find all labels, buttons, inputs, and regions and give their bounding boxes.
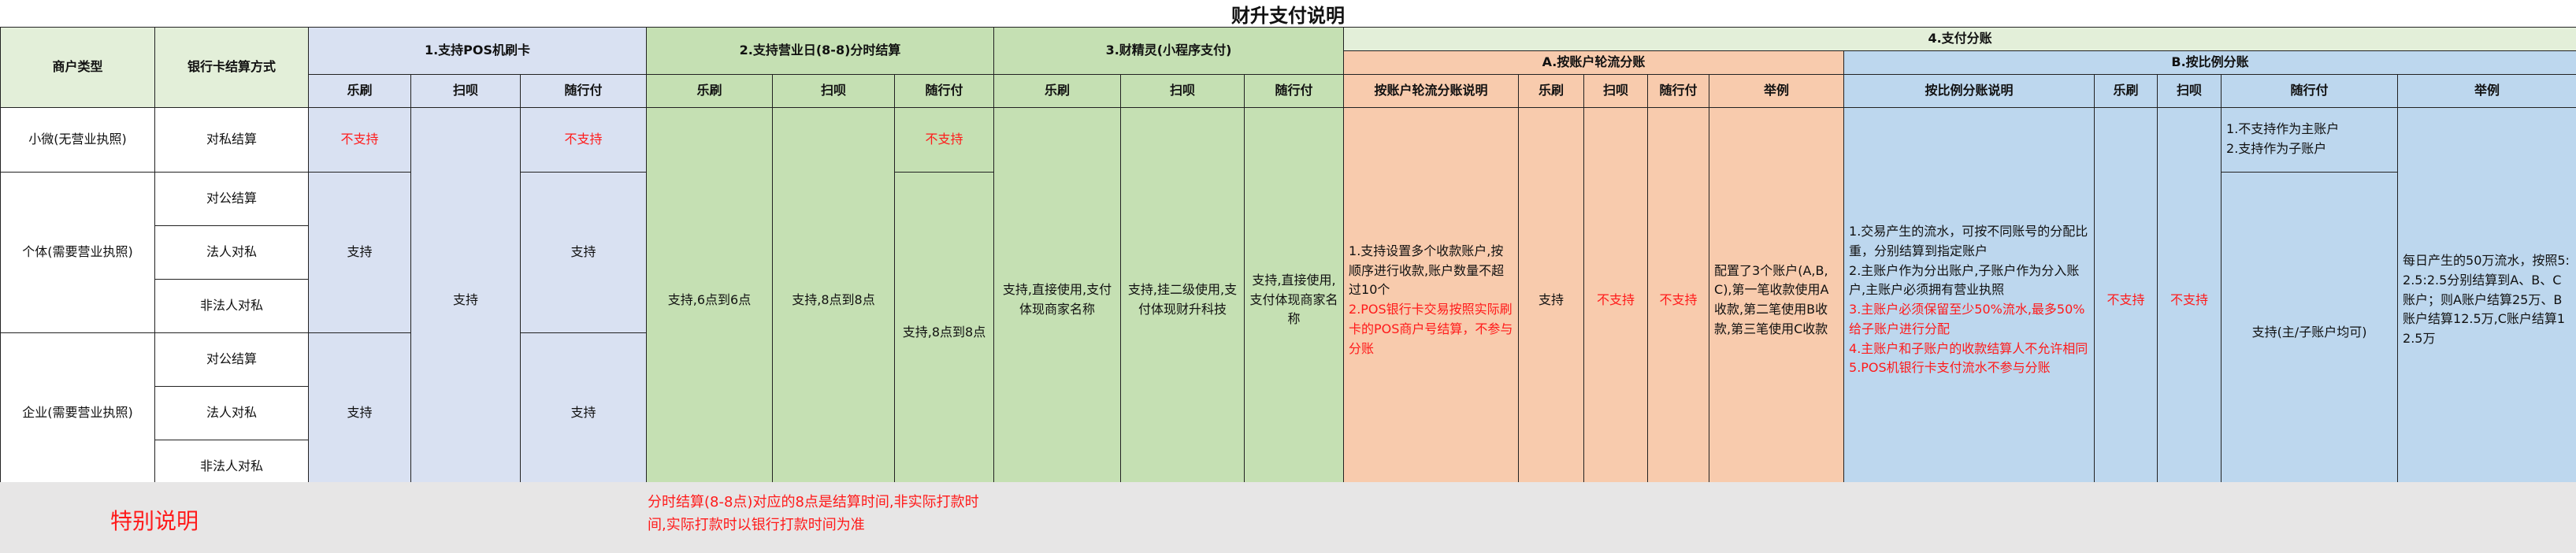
settle-method-cell: 法人对私 (154, 225, 309, 280)
col-saobei: 扫呗 (1583, 73, 1649, 108)
merchant-type-cell: 小微(无营业执照) (0, 106, 155, 173)
split-ratio-desc-line: 3.主账户必须保留至少50%流水,最多50%给子账户进行分配 (1849, 302, 2085, 336)
header-group-mini-program: 3.财精灵(小程序支付) (993, 27, 1345, 75)
cell-pos-saobei: 支持 (410, 106, 521, 494)
header-settle-method: 银行卡结算方式 (154, 27, 309, 108)
settle-method-cell: 对公结算 (154, 171, 309, 226)
cell-timed-suixingfu: 支持,8点到8点 (894, 171, 995, 494)
cell-split-ratio-desc: 1.交易产生的流水，可按不同账号的分配比重，分别结算到指定账户 2.主账户作为分… (1843, 106, 2095, 494)
col-example: 举例 (1709, 73, 1845, 108)
cell-split-account-example: 配置了3个账户(A,B,C),第一笔收款使用A收款,第二笔使用B收款,第三笔使用… (1709, 106, 1845, 494)
cell-timed-lepos: 支持,6点到6点 (646, 106, 774, 494)
settle-method-cell: 非法人对私 (154, 278, 309, 333)
col-lepos: 乐刷 (646, 73, 774, 108)
special-notes-band: 特别说明 分时结算(8-8点)对应的8点是结算时间,非实际打款时间,实际打款时以… (0, 482, 2576, 553)
cell-pos-suixingfu: 支持 (519, 171, 648, 333)
suixingfu-note-line: 2.支持作为子账户 (2226, 141, 2327, 157)
settle-method-cell: 对公结算 (154, 332, 309, 387)
col-split-ratio-desc: 按比例分账说明 (1843, 73, 2095, 108)
cell-mini-saobei: 支持,挂二级使用,支付体现财升科技 (1120, 106, 1245, 494)
header-split-by-account: A.按账户轮流分账 (1343, 50, 1845, 75)
cell-split-account-lepos: 支持 (1518, 106, 1585, 494)
payment-table: 商户类型 银行卡结算方式 1.支持POS机刷卡 2.支持营业日(8-8)分时结算… (0, 27, 2576, 494)
merchant-type-cell: 个体(需要营业执照) (0, 171, 155, 333)
cell-split-account-suixingfu: 不支持 (1647, 106, 1710, 494)
col-suixingfu: 随行付 (1244, 73, 1345, 108)
col-lepos: 乐刷 (993, 73, 1122, 108)
cell-pos-suixingfu: 支持 (519, 332, 648, 494)
col-saobei: 扫呗 (772, 73, 896, 108)
split-ratio-desc-line: 2.主账户作为分出账户,子账户作为分入账户,主账户必须拥有营业执照 (1849, 262, 2080, 298)
split-ratio-desc-line: 4.主账户和子账户的收款结算人不允许相同 (1849, 340, 2088, 356)
cell-split-ratio-suixingfu-top: 1.不支持作为主账户 2.支持作为子账户 (2221, 106, 2399, 173)
spreadsheet-page: 财升支付说明 商户类型 银行卡结算方式 1.支持POS机刷卡 2.支持营业日(8… (0, 0, 2576, 553)
col-saobei: 扫呗 (410, 73, 521, 108)
col-split-account-desc: 按账户轮流分账说明 (1343, 73, 1520, 108)
cell-mini-suixingfu: 支持,直接使用,支付体现商家名称 (1244, 106, 1345, 494)
col-lepos: 乐刷 (2094, 73, 2158, 108)
sheet-title: 财升支付说明 (0, 0, 2576, 28)
split-account-desc-line: 2.POS银行卡交易按照实际刷卡的POS商户号结算，不参与分账 (1349, 302, 1513, 356)
col-lepos: 乐刷 (1518, 73, 1585, 108)
col-lepos: 乐刷 (308, 73, 411, 108)
suixingfu-note-line: 1.不支持作为主账户 (2226, 121, 2340, 137)
cell-split-ratio-example: 每日产生的50万流水，按照5:2.5:2.5分别结算到A、B、C账户；则A账户结… (2397, 106, 2576, 494)
cell-pos-lepos: 支持 (308, 332, 411, 494)
header-group-split: 4.支付分账 (1343, 27, 2576, 51)
header-group-timed-settlement: 2.支持营业日(8-8)分时结算 (646, 27, 995, 75)
special-notes-text: 分时结算(8-8点)对应的8点是结算时间,非实际打款时间,实际打款时以银行打款时… (648, 494, 979, 533)
special-notes-title: 特别说明 (110, 508, 199, 534)
merchant-type-cell: 企业(需要营业执照) (0, 332, 155, 494)
split-ratio-desc-line: 5.POS机银行卡支付流水不参与分账 (1849, 360, 2051, 376)
header-split-by-ratio: B.按比例分账 (1843, 50, 2576, 75)
cell-split-ratio-lepos: 不支持 (2094, 106, 2158, 494)
split-account-desc-line: 1.支持设置多个收款账户,按顺序进行收款,账户数量不超过10个 (1349, 243, 1505, 298)
cell-pos-lepos: 支持 (308, 171, 411, 333)
cell-not-supported: 不支持 (308, 106, 411, 173)
col-suixingfu: 随行付 (2221, 73, 2399, 108)
col-saobei: 扫呗 (1120, 73, 1245, 108)
cell-timed-saobei: 支持,8点到8点 (772, 106, 896, 494)
header-merchant-type: 商户类型 (0, 27, 155, 108)
col-saobei: 扫呗 (2157, 73, 2222, 108)
cell-split-account-desc: 1.支持设置多个收款账户,按顺序进行收款,账户数量不超过10个 2.POS银行卡… (1343, 106, 1520, 494)
col-suixingfu: 随行付 (519, 73, 648, 108)
cell-split-ratio-saobei: 不支持 (2157, 106, 2222, 494)
settle-method-cell: 法人对私 (154, 385, 309, 440)
cell-mini-lepos: 支持,直接使用,支付体现商家名称 (993, 106, 1122, 494)
col-example: 举例 (2397, 73, 2576, 108)
cell-not-supported: 不支持 (894, 106, 995, 173)
col-suixingfu: 随行付 (1647, 73, 1710, 108)
settle-method-cell: 对私结算 (154, 106, 309, 173)
col-suixingfu: 随行付 (894, 73, 995, 108)
cell-split-account-saobei: 不支持 (1583, 106, 1649, 494)
header-group-pos: 1.支持POS机刷卡 (307, 27, 648, 75)
cell-not-supported: 不支持 (519, 106, 648, 173)
split-ratio-desc-line: 1.交易产生的流水，可按不同账号的分配比重，分别结算到指定账户 (1849, 223, 2088, 258)
cell-split-ratio-suixingfu-bottom: 支持(主/子账户均可) (2221, 171, 2399, 494)
